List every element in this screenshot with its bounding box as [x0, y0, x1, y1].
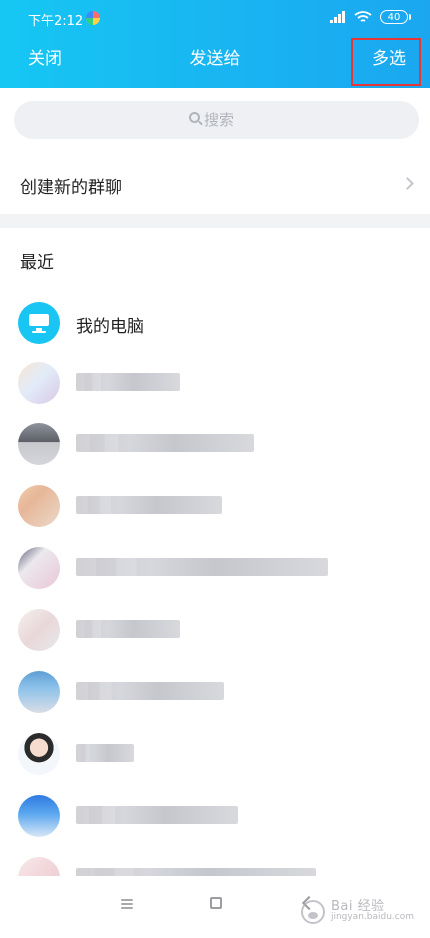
contact-name — [76, 373, 180, 391]
multi-select-button[interactable]: 多选 — [372, 47, 406, 71]
create-group-row[interactable]: 创建新的群聊 — [0, 154, 430, 214]
avatar — [18, 733, 60, 775]
menu-icon[interactable] — [121, 899, 133, 909]
search-icon — [189, 112, 200, 123]
avatar — [18, 362, 60, 404]
watermark: Bai 经验 jingyan.baidu.com — [300, 899, 414, 924]
status-icons: 40 — [330, 10, 411, 24]
contact-name — [76, 496, 222, 514]
list-item[interactable] — [0, 352, 430, 414]
section-divider — [0, 214, 430, 228]
avatar — [18, 485, 60, 527]
list-item[interactable] — [0, 723, 430, 785]
search-bar[interactable]: 搜索 — [14, 101, 419, 139]
avatar — [18, 423, 60, 465]
top-header-background: 下午2:12 40 关闭 发送给 多选 — [0, 0, 430, 88]
avatar — [18, 547, 60, 589]
contact-name — [76, 744, 134, 762]
list-item[interactable] — [0, 413, 430, 475]
avatar — [18, 671, 60, 713]
list-item[interactable] — [0, 475, 430, 537]
list-item[interactable] — [0, 785, 430, 847]
square-icon[interactable] — [210, 897, 222, 909]
battery-icon: 40 — [380, 10, 411, 24]
contact-name — [76, 682, 224, 700]
list-item[interactable] — [0, 537, 430, 599]
contact-name: 我的电脑 — [76, 317, 144, 337]
contact-name — [76, 620, 180, 638]
contact-name — [76, 806, 238, 824]
signal-icon — [330, 11, 346, 23]
wifi-icon — [354, 11, 372, 22]
list-item[interactable] — [0, 599, 430, 661]
chevron-right-icon — [401, 177, 414, 190]
app-indicator-icon — [86, 11, 100, 25]
avatar — [18, 795, 60, 837]
watermark-main: Bai 经验 — [330, 899, 385, 914]
battery-level: 40 — [387, 11, 401, 23]
system-navigation-bar: Bai 经验 jingyan.baidu.com — [0, 876, 430, 938]
list-item[interactable] — [0, 661, 430, 723]
close-button[interactable]: 关闭 — [28, 47, 62, 71]
avatar — [18, 609, 60, 651]
watermark-text: Bai 经验 jingyan.baidu.com — [330, 899, 414, 922]
status-time: 下午2:12 — [28, 14, 84, 29]
list-item[interactable]: 我的电脑 — [0, 292, 430, 354]
recent-section-title: 最近 — [20, 253, 54, 273]
computer-icon — [18, 302, 60, 344]
watermark-paw-icon — [300, 900, 325, 924]
top-navigation: 关闭 发送给 多选 — [0, 36, 430, 88]
watermark-sub: jingyan.baidu.com — [330, 912, 414, 922]
search-input[interactable]: 搜索 — [204, 109, 234, 130]
contact-name — [76, 434, 254, 452]
status-bar: 下午2:12 40 — [0, 0, 430, 36]
contact-name — [76, 558, 328, 576]
create-group-label: 创建新的群聊 — [20, 178, 122, 198]
